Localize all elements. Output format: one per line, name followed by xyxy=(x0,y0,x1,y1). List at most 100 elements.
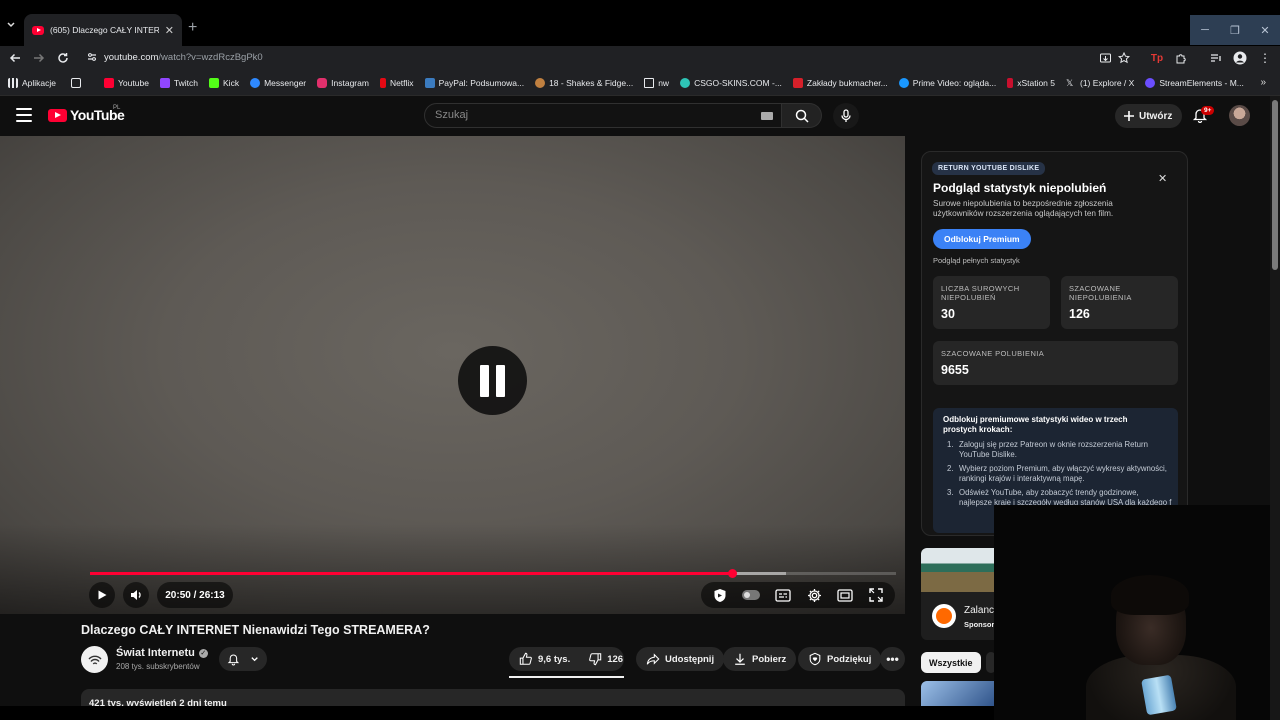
bookmarks-bar: Aplikacje Youtube Twitch Kick Messenger … xyxy=(0,70,1280,96)
bookmark-item[interactable]: Messenger xyxy=(250,77,306,88)
thanks-heart-icon xyxy=(809,652,821,666)
channel-avatar[interactable] xyxy=(81,646,108,673)
voice-search-button[interactable] xyxy=(833,103,859,129)
bookmark-item[interactable]: Kick xyxy=(209,77,240,88)
messenger-icon xyxy=(250,77,261,88)
site-info-icon[interactable] xyxy=(86,51,100,65)
notification-subscribe-button[interactable] xyxy=(219,647,267,671)
microphone-icon xyxy=(841,109,851,122)
search-input[interactable] xyxy=(435,109,735,121)
close-window-icon[interactable]: ✕ xyxy=(1250,15,1280,45)
stat-value: 30 xyxy=(941,307,955,321)
bookmark-item[interactable] xyxy=(71,77,82,88)
channel-name[interactable]: Świat Internetu ✓ xyxy=(116,647,208,659)
more-dots-icon: ••• xyxy=(886,652,899,666)
theater-mode-icon[interactable] xyxy=(837,586,854,604)
apps-grid-icon xyxy=(8,77,18,88)
volume-icon xyxy=(131,590,141,600)
create-button[interactable]: Utwórz xyxy=(1115,104,1183,128)
bookmark-item[interactable]: Instagram xyxy=(317,77,369,88)
bookmark-item[interactable]: Youtube xyxy=(104,77,149,88)
minimize-icon[interactable]: ─ xyxy=(1190,15,1220,45)
reload-icon[interactable] xyxy=(54,49,72,67)
bookmark-star-icon[interactable] xyxy=(1115,49,1133,67)
bookmark-item[interactable]: Netflix xyxy=(379,77,414,88)
youtube-favicon-icon xyxy=(32,25,44,35)
csgo-skins-icon xyxy=(680,77,691,88)
page-scrollbar[interactable] xyxy=(1270,96,1280,720)
pause-overlay-icon[interactable] xyxy=(458,346,527,415)
ryd-subtitle: Surowe niepolubienia to bezpośrednie zgł… xyxy=(933,199,1114,218)
close-icon[interactable]: ✕ xyxy=(1158,172,1167,185)
bookmark-item[interactable]: Aplikacje xyxy=(8,77,56,88)
volume-button[interactable] xyxy=(123,582,149,608)
bottom-edge xyxy=(0,706,994,720)
bookmark-item[interactable]: StreamElements - M... xyxy=(1145,77,1244,88)
time-display: 20:50 / 26:13 xyxy=(157,582,233,608)
bookmark-item[interactable]: Prime Video: ogląda... xyxy=(898,77,997,88)
search-button[interactable] xyxy=(782,103,822,128)
media-control-icon[interactable] xyxy=(1207,49,1225,67)
download-icon xyxy=(735,653,745,665)
keyboard-icon[interactable] xyxy=(761,112,773,120)
more-actions-button[interactable]: ••• xyxy=(880,647,905,671)
bookmark-label: StreamElements - M... xyxy=(1159,77,1244,88)
progress-bar[interactable] xyxy=(90,569,896,578)
browser-tab[interactable]: (605) Dlaczego CAŁY INTERNET ✕ xyxy=(24,14,182,46)
share-arrow-icon xyxy=(646,653,660,665)
dislike-button[interactable]: 126 xyxy=(588,652,623,666)
back-arrow-icon[interactable] xyxy=(6,49,24,67)
share-button[interactable]: Udostępnij xyxy=(636,647,725,671)
bookmark-item[interactable]: 18 - Shakes & Fidge... xyxy=(535,77,634,88)
settings-gear-icon[interactable] xyxy=(805,586,822,604)
tab-close-icon[interactable]: ✕ xyxy=(165,24,174,37)
profile-icon[interactable] xyxy=(1231,49,1249,67)
address-bar[interactable]: youtube.com/watch?v=wzdRczBgPk0 xyxy=(80,47,1140,69)
bookmark-item[interactable]: 𝕏 (1) Explore / X xyxy=(1066,78,1134,88)
install-app-icon[interactable] xyxy=(1096,49,1114,67)
prime-video-icon xyxy=(898,77,909,88)
more-bookmarks-icon[interactable]: » xyxy=(1260,77,1266,88)
hamburger-menu-icon[interactable] xyxy=(16,108,32,122)
bookmark-label: Youtube xyxy=(118,77,149,88)
bookmark-folder[interactable]: nw xyxy=(644,77,669,88)
like-count: 9,6 tys. xyxy=(538,653,571,665)
new-tab-icon[interactable]: + xyxy=(188,19,197,37)
kick-icon xyxy=(209,77,220,88)
bookmark-label: 18 - Shakes & Fidge... xyxy=(549,77,634,88)
like-button[interactable]: 9,6 tys. xyxy=(519,652,570,666)
chrome-menu-icon[interactable]: ⋮ xyxy=(1256,49,1274,67)
forward-arrow-icon[interactable] xyxy=(30,49,48,67)
scrollbar-thumb[interactable] xyxy=(1272,100,1278,270)
subtitles-icon[interactable] xyxy=(774,586,791,604)
account-avatar[interactable] xyxy=(1229,105,1250,126)
play-button[interactable] xyxy=(89,582,115,608)
tab-search-chevron-icon[interactable] xyxy=(4,18,24,38)
unlock-premium-button[interactable]: Odblokuj Premium xyxy=(933,229,1031,249)
bookmark-item[interactable]: CSGO-SKINS.COM -... xyxy=(680,77,782,88)
url-text[interactable]: youtube.com/watch?v=wzdRczBgPk0 xyxy=(104,52,263,63)
folder-icon xyxy=(644,77,655,88)
download-button[interactable]: Pobierz xyxy=(723,647,797,671)
sponsored-thumbnail[interactable] xyxy=(921,548,994,592)
bookmark-label: xStation 5 xyxy=(1017,77,1055,88)
extensions-puzzle-icon[interactable] xyxy=(1172,49,1190,67)
stat-estimated-likes: SZACOWANE POLUBIENIA 9655 xyxy=(933,341,1178,385)
verified-check-icon: ✓ xyxy=(198,648,208,658)
bookmark-label: Prime Video: ogląda... xyxy=(912,77,997,88)
thanks-button[interactable]: Podziękuj xyxy=(798,647,882,671)
scrubber-knob[interactable] xyxy=(728,569,738,578)
chip-all[interactable]: Wszystkie xyxy=(921,652,981,673)
restore-icon[interactable]: ❐ xyxy=(1220,15,1250,45)
bookmark-item[interactable]: Twitch xyxy=(159,77,198,88)
extension-tp-icon[interactable]: Tp xyxy=(1148,49,1166,67)
shield-extension-icon[interactable] xyxy=(711,586,728,604)
youtube-play-icon xyxy=(48,108,67,122)
bookmark-item[interactable]: PayPal: Podsumowa... xyxy=(424,77,524,88)
video-player[interactable]: 20:50 / 26:13 xyxy=(0,136,905,614)
bookmark-label: Kick xyxy=(223,77,240,88)
fullscreen-icon[interactable] xyxy=(868,586,885,604)
bookmark-item[interactable]: Zakłady bukmacher... xyxy=(792,77,888,88)
bookmark-item[interactable]: xStation 5 xyxy=(1007,77,1055,88)
autoplay-toggle[interactable] xyxy=(742,586,761,604)
